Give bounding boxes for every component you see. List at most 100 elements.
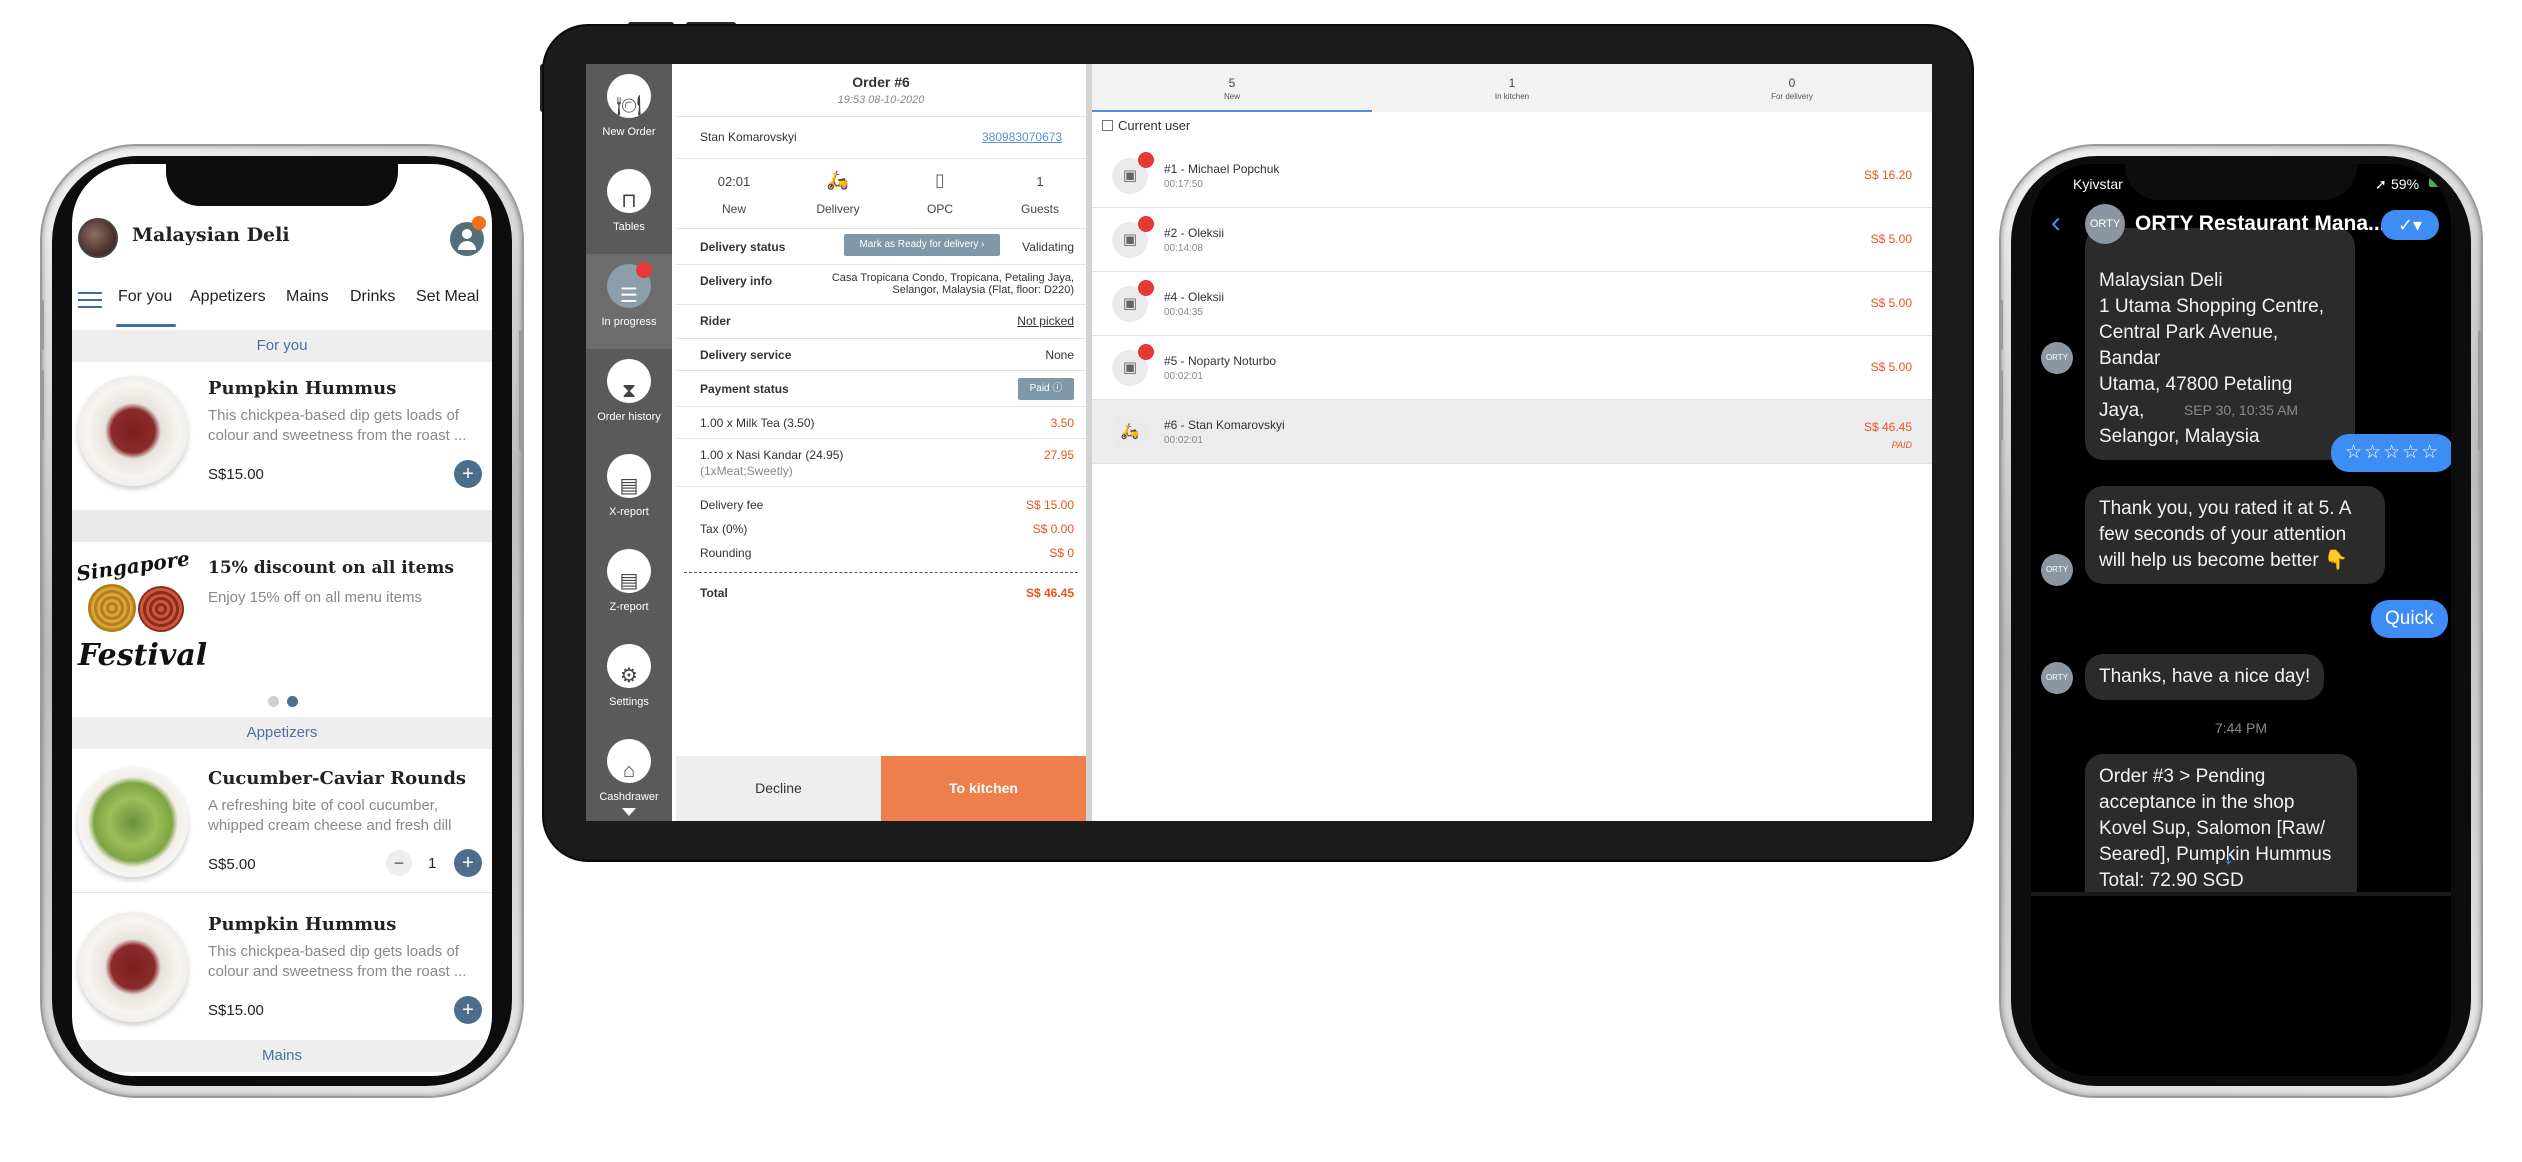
input-area-divider: [2031, 892, 2451, 896]
nav-settings[interactable]: ⚙ Settings: [586, 634, 672, 729]
carrier: Kyivstar: [2073, 176, 2123, 192]
nav-tables[interactable]: ⊓ Tables: [586, 159, 672, 254]
item-title[interactable]: Pumpkin Hummus: [208, 378, 396, 399]
current-user-checkbox[interactable]: Current user: [1102, 118, 1190, 133]
chat-title[interactable]: ORTY Restaurant Mana...: [2135, 212, 2386, 236]
table-icon: ⊓: [621, 190, 637, 212]
order-status-tabs: 5 New 1 In kitchen 0 For delivery: [1092, 64, 1932, 112]
order-state-label: New: [721, 202, 746, 216]
total-value: S$ 46.45: [1025, 586, 1074, 600]
item-title[interactable]: Cucumber-Caviar Rounds: [208, 768, 466, 789]
carousel-dot[interactable]: [268, 696, 279, 707]
nav-z-report[interactable]: ▤ Z-report: [586, 539, 672, 634]
back-arrow-icon[interactable]: ‹: [2051, 206, 2061, 240]
tab-set-meal[interactable]: Set Meal: [416, 288, 479, 306]
message-bubble-incoming: Malaysian Deli 1 Utama Shopping Centre, …: [2085, 228, 2355, 460]
tax-label: Tax (0%): [700, 522, 748, 536]
left-phone-notch: [166, 164, 398, 206]
time-separator: 7:44 PM: [2214, 720, 2268, 736]
promo-description: Enjoy 15% off on all menu items: [208, 589, 423, 606]
order-source-label: OPC: [926, 202, 953, 216]
nav-x-report[interactable]: ▤ X-report: [586, 444, 672, 539]
order-row[interactable]: ▣ #2 - Oleksii 00:14:08 S$ 5.00: [1092, 208, 1932, 272]
add-item-button[interactable]: +: [454, 996, 482, 1024]
nav-order-history[interactable]: ⧗ Order history: [586, 349, 672, 444]
delivery-fee-value: S$ 15.00: [1025, 498, 1074, 512]
item-title[interactable]: Pumpkin Hummus: [208, 914, 396, 935]
order-row-selected[interactable]: 🛵 #6 - Stan Komarovskyi 00:02:01 S$ 46.45…: [1092, 400, 1932, 464]
hamburger-menu-icon[interactable]: [78, 292, 102, 308]
profile-avatar-icon[interactable]: [450, 216, 486, 256]
item-divider: [72, 892, 492, 893]
customer-name: Stan Komarovskyi: [700, 130, 797, 144]
message-bubble-incoming: Thanks, have a nice day!: [2085, 654, 2325, 700]
order-row[interactable]: ▣ #4 - Oleksii 00:04:35 S$ 5.00: [1092, 272, 1932, 336]
decrease-quantity-button[interactable]: −: [386, 850, 412, 876]
tab-in-kitchen[interactable]: 1 In kitchen: [1372, 76, 1652, 101]
bot-avatar: ORTY: [2041, 662, 2073, 694]
bot-avatar: ORTY: [2041, 342, 2073, 374]
item-price: S$15.00: [208, 1002, 264, 1019]
order-row[interactable]: ▣ #5 - Noparty Noturbo 00:02:01 S$ 5.00: [1092, 336, 1932, 400]
item-price: S$5.00: [208, 856, 256, 873]
line-item-amount: 3.50: [1050, 416, 1074, 430]
tab-for-delivery[interactable]: 0 For delivery: [1652, 76, 1932, 101]
order-row[interactable]: ▣ #1 - Michael Popchuk 00:17:50 S$ 16.20: [1092, 144, 1932, 208]
order-timer: 02:01: [717, 174, 751, 189]
left-phone-side-button: [519, 330, 524, 450]
section-header-appetizers: Appetizers: [72, 717, 492, 749]
item-description: This chickpea-based dip gets loads of col…: [208, 943, 467, 980]
history-icon: ⧗: [621, 380, 637, 402]
checkmark-menu-icon[interactable]: ✓▾: [2381, 210, 2439, 240]
tab-for-you[interactable]: For you: [118, 288, 172, 306]
customer-phone-link[interactable]: 380983070673: [982, 130, 1062, 144]
pumpkin-hummus-image[interactable]: [78, 376, 188, 486]
guests-count: 1: [1036, 174, 1044, 189]
receipt-icon: ▤: [619, 475, 639, 497]
promo-title[interactable]: 15% discount on all items: [208, 558, 454, 578]
message-bubble-outgoing: Quick: [2371, 600, 2448, 638]
scooter-icon: 🛵: [1112, 414, 1148, 450]
total-label: Total: [700, 586, 728, 600]
delivery-fee-label: Delivery fee: [700, 498, 764, 512]
nav-new-order[interactable]: 🍽 New Order: [586, 64, 672, 159]
sidebar-scroll-down-icon[interactable]: [622, 808, 636, 816]
carousel-dot-active[interactable]: [287, 696, 298, 707]
date-separator: SEP 30, 10:35 AM: [2183, 402, 2299, 418]
festival-promo-image[interactable]: Singapore Festival: [75, 546, 207, 674]
restaurant-name: Malaysian Deli: [132, 224, 290, 246]
line-item-amount: 27.95: [1043, 448, 1074, 462]
orders-list-panel: 5 New 1 In kitchen 0 For delivery Current u…: [1092, 64, 1932, 821]
right-phone-side-button: [2478, 330, 2483, 450]
delivery-service-value: None: [1045, 348, 1074, 362]
message-bubble-incoming: Order #3 > Pending acceptance in the sho…: [2085, 754, 2357, 896]
message-bubble-outgoing: ☆☆☆☆☆: [2331, 434, 2451, 472]
decline-button[interactable]: Decline: [676, 756, 881, 821]
cucumber-caviar-image[interactable]: [78, 767, 188, 877]
tab-mains[interactable]: Mains: [286, 288, 329, 306]
category-tabs: For you Appetizers Mains Drinks Set Meal: [72, 274, 492, 330]
tab-drinks[interactable]: Drinks: [350, 288, 395, 306]
pumpkin-hummus-image[interactable]: [78, 912, 188, 1022]
right-phone-notch: [2125, 164, 2357, 200]
chat-avatar[interactable]: ORTY: [2085, 204, 2125, 244]
paid-badge[interactable]: Paid ⓘ: [1018, 378, 1074, 400]
tab-appetizers[interactable]: Appetizers: [190, 288, 266, 306]
section-spacer: [72, 510, 492, 542]
add-item-button[interactable]: +: [454, 460, 482, 488]
left-phone-volume-down: [40, 370, 44, 440]
rider-value[interactable]: Not picked: [976, 314, 1074, 328]
scroll-down-arrow-icon[interactable]: ↓: [2223, 844, 2234, 870]
restaurant-logo: [78, 218, 118, 258]
right-phone-volume-up: [1999, 300, 2003, 350]
receipt-icon: ▤: [619, 570, 639, 592]
add-item-button[interactable]: +: [454, 849, 482, 877]
tab-new[interactable]: 5 New: [1092, 76, 1372, 101]
item-description: A refreshing bite of cool cucumber, whipp…: [208, 797, 452, 834]
left-phone-screen: Malaysian Deli For you Appetizers Mains …: [72, 164, 492, 1076]
notification-dot: [472, 216, 486, 230]
nav-in-progress[interactable]: ☰ In progress: [586, 254, 672, 349]
to-kitchen-button[interactable]: To kitchen: [881, 756, 1086, 821]
line-item-name: 1.00 x Milk Tea (3.50): [700, 416, 815, 430]
item-price: S$15.00: [208, 466, 264, 483]
